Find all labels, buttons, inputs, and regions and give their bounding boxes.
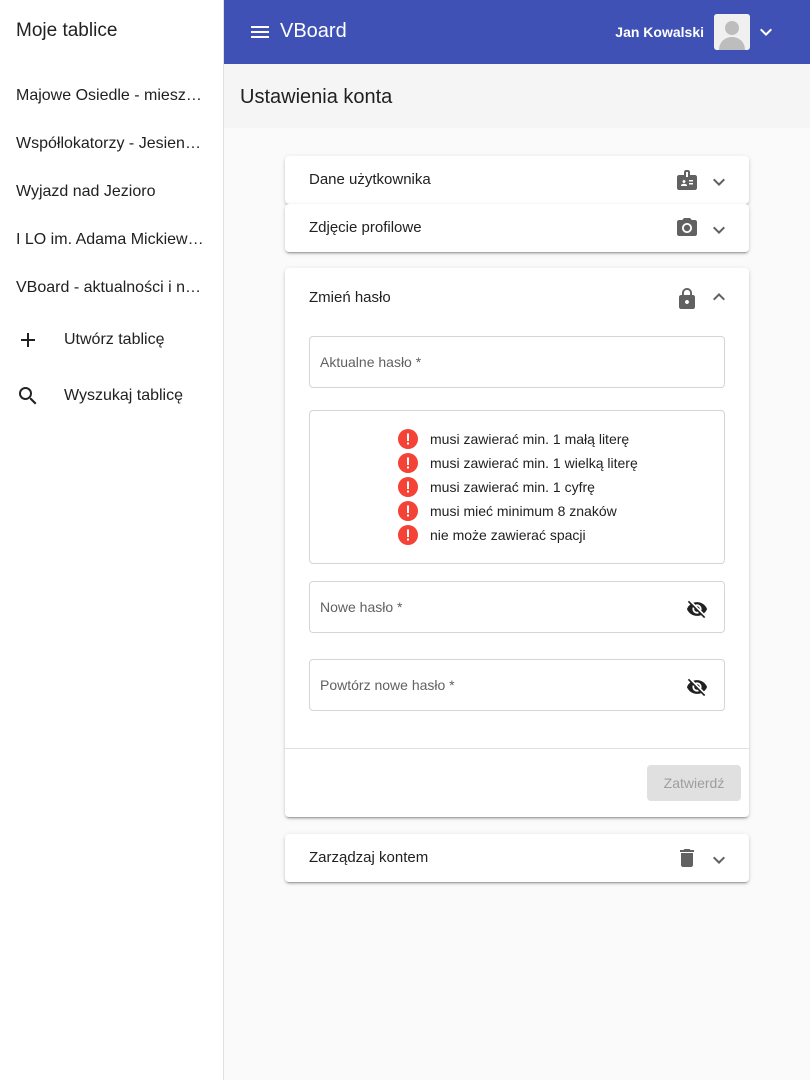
password-rule-text: musi mieć minimum 8 znaków bbox=[430, 503, 617, 519]
search-board-button[interactable]: Wyszukaj tablicę bbox=[0, 368, 223, 424]
password-rule: musi mieć minimum 8 znaków bbox=[398, 499, 617, 523]
avatar[interactable] bbox=[714, 14, 750, 50]
change-password-panel-header[interactable]: Zmień hasło bbox=[285, 268, 749, 328]
board-item-label: Wyjazd nad Jezioro bbox=[16, 183, 156, 200]
page-title: Ustawienia konta bbox=[240, 86, 393, 108]
chevron-down-icon[interactable] bbox=[707, 848, 731, 872]
board-item[interactable]: VBoard - aktualności i nowości bbox=[0, 264, 223, 312]
create-board-button[interactable]: Utwórz tablicę bbox=[0, 312, 223, 368]
error-icon bbox=[398, 429, 418, 449]
chevron-down-icon[interactable] bbox=[707, 218, 731, 242]
sidebar: Moje tablice Majowe Osiedle - mieszkańcy… bbox=[0, 0, 224, 1080]
page-header: Ustawienia konta bbox=[224, 64, 810, 128]
chevron-down-icon[interactable] bbox=[754, 20, 778, 44]
plus-icon bbox=[16, 328, 48, 352]
panel-title: Zarządzaj kontem bbox=[309, 849, 429, 866]
user-data-panel-header[interactable]: Dane użytkownika bbox=[285, 156, 749, 204]
manage-account-panel-header[interactable]: Zarządzaj kontem bbox=[285, 834, 749, 882]
password-rule: nie może zawierać spacji bbox=[398, 523, 586, 547]
board-item[interactable]: Wyjazd nad Jezioro bbox=[0, 168, 223, 216]
visibility-off-icon[interactable] bbox=[686, 598, 708, 620]
app-title: VBoard bbox=[280, 20, 347, 42]
visibility-off-icon[interactable] bbox=[686, 676, 708, 698]
sidebar-title: Moje tablice bbox=[16, 20, 118, 41]
camera-icon bbox=[675, 216, 699, 240]
change-password-panel: Zmień hasło Aktualne hasło * musi zawier… bbox=[285, 268, 749, 817]
panel-title: Zdjęcie profilowe bbox=[309, 219, 422, 236]
password-rule: musi zawierać min. 1 cyfrę bbox=[398, 475, 595, 499]
new-password-field[interactable]: Nowe hasło * bbox=[309, 581, 725, 633]
submit-button[interactable]: Zatwierdź bbox=[647, 765, 741, 801]
trash-icon bbox=[675, 846, 699, 870]
search-board-label: Wyszukaj tablicę bbox=[64, 387, 184, 404]
repeat-password-field[interactable]: Powtórz nowe hasło * bbox=[309, 659, 725, 711]
password-rule-text: musi zawierać min. 1 małą literę bbox=[430, 431, 630, 447]
repeat-password-label: Powtórz nowe hasło * bbox=[320, 677, 455, 693]
error-icon bbox=[398, 501, 418, 521]
error-icon bbox=[398, 525, 418, 545]
board-item-label: VBoard - aktualności i nowości bbox=[16, 279, 207, 296]
password-rule: musi zawierać min. 1 małą literę bbox=[398, 427, 629, 451]
error-icon bbox=[398, 453, 418, 473]
current-password-field[interactable]: Aktualne hasło * bbox=[309, 336, 725, 388]
profile-photo-panel: Zdjęcie profilowe bbox=[285, 204, 749, 252]
new-password-label: Nowe hasło * bbox=[320, 599, 403, 615]
menu-icon[interactable] bbox=[248, 20, 272, 44]
board-item[interactable]: Majowe Osiedle - mieszkańcy bbox=[0, 72, 223, 120]
user-data-panel: Dane użytkownika bbox=[285, 156, 749, 204]
chevron-down-icon[interactable] bbox=[707, 170, 731, 194]
manage-account-panel: Zarządzaj kontem bbox=[285, 834, 749, 882]
contact-card-icon bbox=[675, 168, 699, 192]
app-toolbar: VBoard Jan Kowalski bbox=[224, 0, 810, 64]
error-icon bbox=[398, 477, 418, 497]
create-board-label: Utwórz tablicę bbox=[64, 331, 165, 348]
panel-title: Zmień hasło bbox=[309, 289, 391, 306]
board-item-label: Współlokatorzy - Jesienna 12 bbox=[16, 135, 207, 152]
board-item[interactable]: I LO im. Adama Mickiewicza bbox=[0, 216, 223, 264]
chevron-up-icon[interactable] bbox=[707, 285, 731, 309]
profile-photo-panel-header[interactable]: Zdjęcie profilowe bbox=[285, 204, 749, 252]
password-rule: musi zawierać min. 1 wielką literę bbox=[398, 451, 638, 475]
password-rule-text: musi zawierać min. 1 cyfrę bbox=[430, 479, 595, 495]
user-name[interactable]: Jan Kowalski bbox=[615, 24, 704, 40]
password-rules: musi zawierać min. 1 małą literę musi za… bbox=[309, 410, 725, 564]
search-icon bbox=[16, 384, 48, 408]
board-item-label: I LO im. Adama Mickiewicza bbox=[16, 231, 207, 248]
password-rule-text: nie może zawierać spacji bbox=[430, 527, 586, 543]
board-item-label: Majowe Osiedle - mieszkańcy bbox=[16, 87, 207, 104]
board-item[interactable]: Współlokatorzy - Jesienna 12 bbox=[0, 120, 223, 168]
divider bbox=[285, 748, 749, 749]
panel-title: Dane użytkownika bbox=[309, 171, 431, 188]
current-password-label: Aktualne hasło * bbox=[320, 354, 422, 370]
board-list: Majowe Osiedle - mieszkańcy Współlokator… bbox=[0, 72, 223, 424]
password-rule-text: musi zawierać min. 1 wielką literę bbox=[430, 455, 638, 471]
lock-icon bbox=[675, 287, 699, 311]
